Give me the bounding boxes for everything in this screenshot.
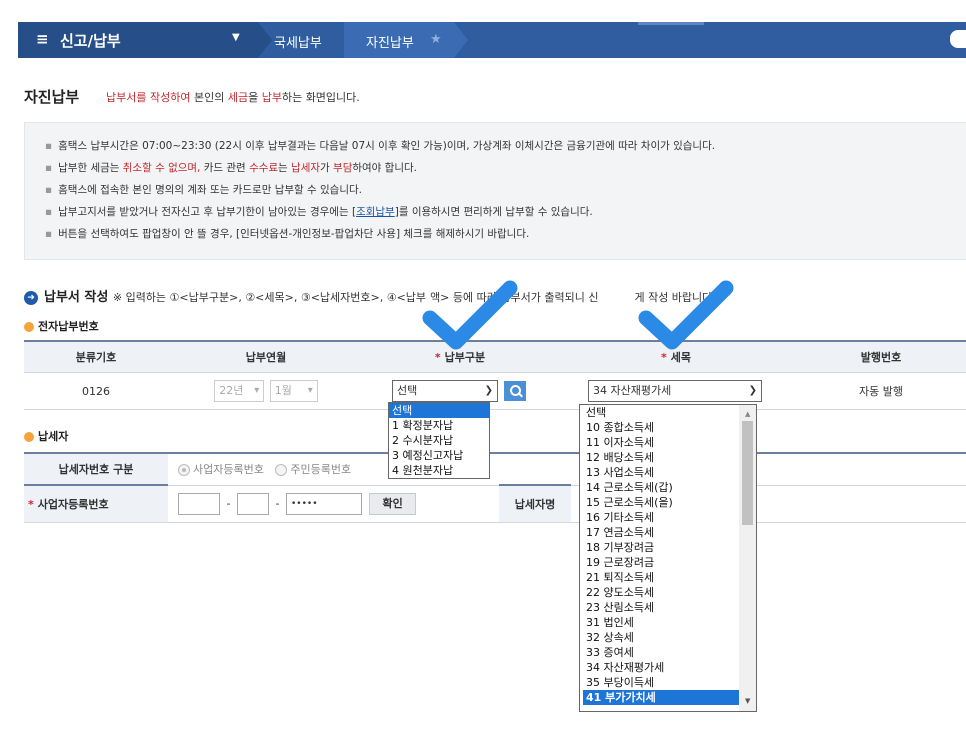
notice-box: ▪ 홈택스 납부시간은 07:00~23:30 (22시 이후 납부결과는 다음날… — [24, 122, 966, 260]
tax-item-option[interactable]: 33 증여세 — [583, 645, 756, 660]
sub-heading-electronic-payment-number: 전자납부번호 — [24, 318, 99, 334]
tax-item-option[interactable]: 31 법인세 — [583, 615, 756, 630]
tax-item-option[interactable]: 32 상속세 — [583, 630, 756, 645]
notice-item: ▪ 버튼을 선택하여도 팝업창이 안 뜰 경우, [인터넷옵션-개인정보-팝업차단… — [45, 228, 530, 240]
payment-type-option[interactable]: 4 원천분자납 — [389, 463, 489, 478]
tax-item-option[interactable]: 41 부가가치세 — [583, 690, 742, 705]
tax-item-select[interactable]: 34 자산재평가세 ❯ — [588, 380, 762, 402]
taxpayer-id-type: 사업자등록번호 주민등록번호 — [168, 452, 966, 486]
notice-item: ▪ 납부고지서를 받았거나 전자신고 후 납부기한이 남아있는 경우에는 [조회납… — [45, 206, 593, 218]
notice-item: ▪ 홈택스에 접속한 본인 명의의 계좌 또는 카드로만 납부할 수 있습니다. — [45, 184, 362, 196]
hamburger-icon: ≡ — [36, 30, 49, 48]
radio-resident-number[interactable] — [275, 464, 288, 476]
col-header: 분류기호 — [24, 340, 168, 373]
tax-item-option[interactable]: 23 산림소득세 — [583, 600, 756, 615]
scrollbar-thumb[interactable] — [742, 421, 753, 525]
notice-item: ▪ 납부한 세금는 취소할 수 없으며, 카드 관련 수수료는 납세자가 부담하여… — [45, 162, 417, 174]
col-header: 발행번호 — [796, 340, 966, 373]
bullet-icon — [24, 322, 34, 332]
payment-year-month: 22년 ▾ 1월 ▾ — [168, 372, 364, 410]
tax-item-option[interactable]: 13 사업소득세 — [583, 465, 756, 480]
scroll-up-icon[interactable]: ▲ — [742, 407, 750, 422]
payment-type-option[interactable]: 선택 — [389, 403, 489, 418]
dropdown-scrollbar[interactable]: ▲ ▼ — [739, 405, 756, 711]
top-navigation-bar: ≡ 신고/납부 ▼ 국세납부 자진납부 ★ — [18, 22, 966, 58]
tax-item-option[interactable]: 15 근로소득세(을) — [583, 495, 756, 510]
tax-item-option[interactable]: 10 종합소득세 — [583, 420, 756, 435]
classification-code: 0126 — [24, 372, 168, 410]
tax-item-option[interactable]: 14 근로소득세(갑) — [583, 480, 756, 495]
tax-item-dropdown-list: 선택 10 종합소득세 11 이자소득세 12 배당소득세 13 사업소득세 14 근로소… — [579, 404, 757, 712]
business-number-inputs: - - ••••• 확인 — [168, 485, 499, 523]
breadcrumb-self-payment[interactable]: 자진납부 — [366, 32, 414, 51]
col-header: 납부연월 — [168, 340, 364, 373]
tax-item-option[interactable]: 19 근로장려금 — [583, 555, 756, 570]
breadcrumb-national-tax-payment[interactable]: 국세납부 — [274, 32, 322, 51]
page-title: 자진납부 — [24, 88, 80, 106]
favorite-star-icon[interactable]: ★ — [430, 32, 442, 47]
business-number-part2[interactable] — [236, 492, 269, 515]
tax-item-option[interactable]: 22 양도소득세 — [583, 585, 756, 600]
year-select[interactable]: 22년 ▾ — [214, 380, 265, 402]
notice-item: ▪ 홈택스 납부시간은 07:00~23:30 (22시 이후 납부결과는 다음날… — [45, 140, 716, 152]
tax-item-option[interactable]: 16 기타소득세 — [583, 510, 756, 525]
menu-title: 신고/납부 — [60, 32, 121, 50]
row-label: * 사업자등록번호 — [24, 484, 168, 523]
tax-item-option[interactable]: 12 배당소득세 — [583, 450, 756, 465]
caret-down-icon: ▼ — [232, 32, 240, 43]
tax-item-option[interactable]: 34 자산재평가세 — [583, 660, 756, 675]
payment-type-option[interactable]: 2 수시분자납 — [389, 433, 489, 448]
tax-item-option[interactable]: 35 부당이득세 — [583, 675, 756, 690]
search-button[interactable] — [504, 381, 526, 401]
tax-item-option[interactable]: 17 연금소득세 — [583, 525, 756, 540]
sub-heading-taxpayer: 납세자 — [24, 428, 68, 444]
month-select[interactable]: 1월 ▾ — [269, 380, 318, 402]
main-menu-button[interactable]: ≡ 신고/납부 ▼ — [18, 22, 258, 58]
issue-number: 자동 발행 — [796, 372, 966, 410]
business-number-part1[interactable] — [178, 492, 220, 515]
taxpayer-table: 납세자번호 구분 사업자등록번호 주민등록번호 * 사업자등록번호 - - •••… — [24, 452, 966, 523]
arrow-circle-icon: ➜ — [24, 290, 38, 305]
payment-type-option[interactable]: 3 예정신고자납 — [389, 448, 489, 463]
topbar-right-icon[interactable] — [950, 30, 966, 48]
tax-item-option[interactable]: 21 퇴직소득세 — [583, 570, 756, 585]
tax-item-option[interactable]: 선택 — [583, 405, 756, 420]
topbar-highlight — [638, 22, 704, 25]
breadcrumb-separator — [454, 22, 468, 58]
section-heading: ➜ 납부서 작성 ※ 입력하는 ①<납부구분>, ②<세목>, ③<납세자번호>,… — [24, 286, 716, 305]
inquiry-payment-link[interactable]: 조회납부 — [356, 206, 395, 218]
page-description: 납부서를 작성하여 본인의 세금을 납부하는 화면입니다. — [106, 91, 360, 104]
row-label: 납세자번호 구분 — [24, 452, 168, 486]
checkmark-icon — [638, 280, 734, 350]
business-number-part3[interactable]: ••••• — [285, 492, 362, 515]
checkmark-icon — [422, 280, 518, 350]
row-label: 납세자명 — [499, 484, 571, 523]
scroll-down-icon[interactable]: ▼ — [742, 694, 750, 709]
payment-type-select[interactable]: 선택 ❯ — [392, 380, 498, 402]
tax-item-option[interactable]: 11 이자소득세 — [583, 435, 756, 450]
bullet-icon — [24, 432, 34, 442]
radio-business-number[interactable] — [178, 464, 190, 476]
payment-type-dropdown-list: 선택 1 확정분자납 2 수시분자납 3 예정신고자납 4 원천분자납 — [388, 402, 490, 479]
payment-type-option[interactable]: 1 확정분자납 — [389, 418, 489, 433]
confirm-button[interactable]: 확인 — [369, 492, 416, 515]
breadcrumb-separator — [258, 22, 272, 58]
tax-item-option[interactable]: 18 기부장려금 — [583, 540, 756, 555]
